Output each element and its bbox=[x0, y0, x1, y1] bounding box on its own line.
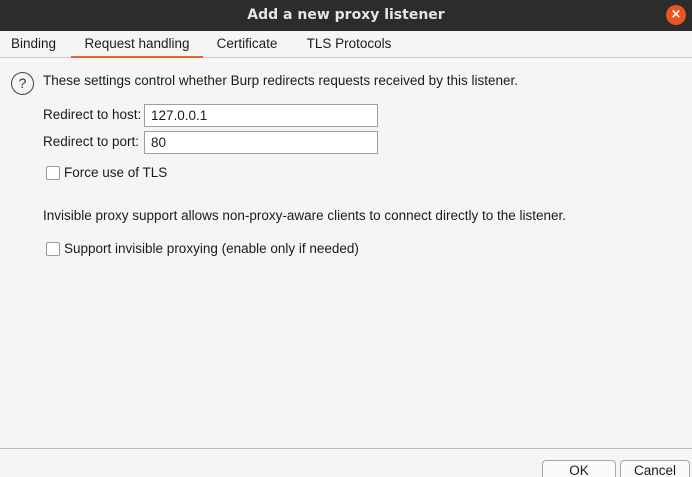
tab-binding[interactable]: Binding bbox=[0, 31, 64, 58]
invisible-proxy-note: Invisible proxy support allows non-proxy… bbox=[43, 208, 566, 223]
invisible-proxy-checkbox[interactable] bbox=[46, 241, 60, 256]
tab-certificate[interactable]: Certificate bbox=[208, 31, 286, 58]
redirect-host-label: Redirect to host: bbox=[43, 107, 142, 122]
settings-description: These settings control whether Burp redi… bbox=[43, 73, 518, 88]
request-handling-panel: ? These settings control whether Burp re… bbox=[0, 59, 692, 448]
invisible-proxy-label[interactable]: Support invisible proxying (enable only … bbox=[64, 241, 359, 256]
invisible-proxy-option[interactable]: Support invisible proxying (enable only … bbox=[46, 241, 359, 256]
cancel-button[interactable]: Cancel bbox=[620, 460, 690, 477]
tab-request-handling[interactable]: Request handling bbox=[71, 31, 203, 58]
force-tls-label[interactable]: Force use of TLS bbox=[64, 165, 167, 180]
help-icon[interactable]: ? bbox=[11, 72, 34, 95]
force-tls-option[interactable]: Force use of TLS bbox=[46, 165, 167, 180]
redirect-port-input[interactable] bbox=[144, 131, 378, 154]
ok-button[interactable]: OK bbox=[542, 460, 616, 477]
title-bar: Add a new proxy listener × bbox=[0, 0, 692, 31]
dialog-footer: OK Cancel bbox=[0, 448, 692, 477]
proxy-listener-dialog: Add a new proxy listener × Binding Reque… bbox=[0, 0, 692, 477]
force-tls-checkbox[interactable] bbox=[46, 165, 60, 180]
tab-tls-protocols[interactable]: TLS Protocols bbox=[297, 31, 401, 58]
redirect-host-input[interactable] bbox=[144, 104, 378, 127]
dialog-title: Add a new proxy listener bbox=[247, 7, 445, 23]
tab-bar: Binding Request handling Certificate TLS… bbox=[0, 31, 692, 58]
redirect-port-label: Redirect to port: bbox=[43, 134, 140, 149]
close-icon[interactable]: × bbox=[666, 5, 686, 25]
